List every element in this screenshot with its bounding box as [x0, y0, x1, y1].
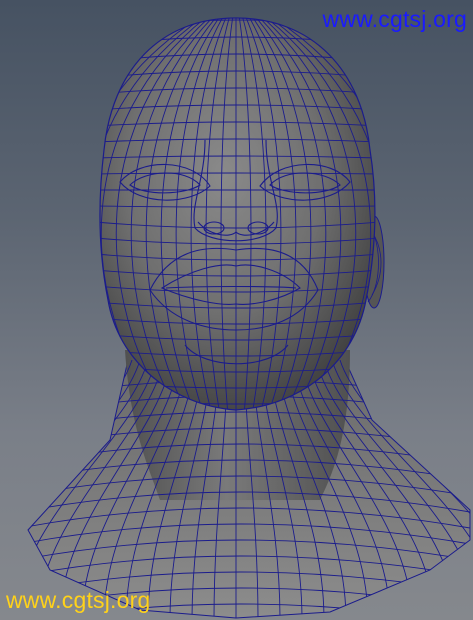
watermark-bottom: www.cgtsj.org: [6, 587, 151, 613]
watermark-top: www.cgtsj.org: [322, 6, 467, 32]
3d-viewport[interactable]: www.cgtsj.org www.cgtsj.org: [0, 0, 473, 620]
head-mesh[interactable]: [0, 0, 473, 620]
